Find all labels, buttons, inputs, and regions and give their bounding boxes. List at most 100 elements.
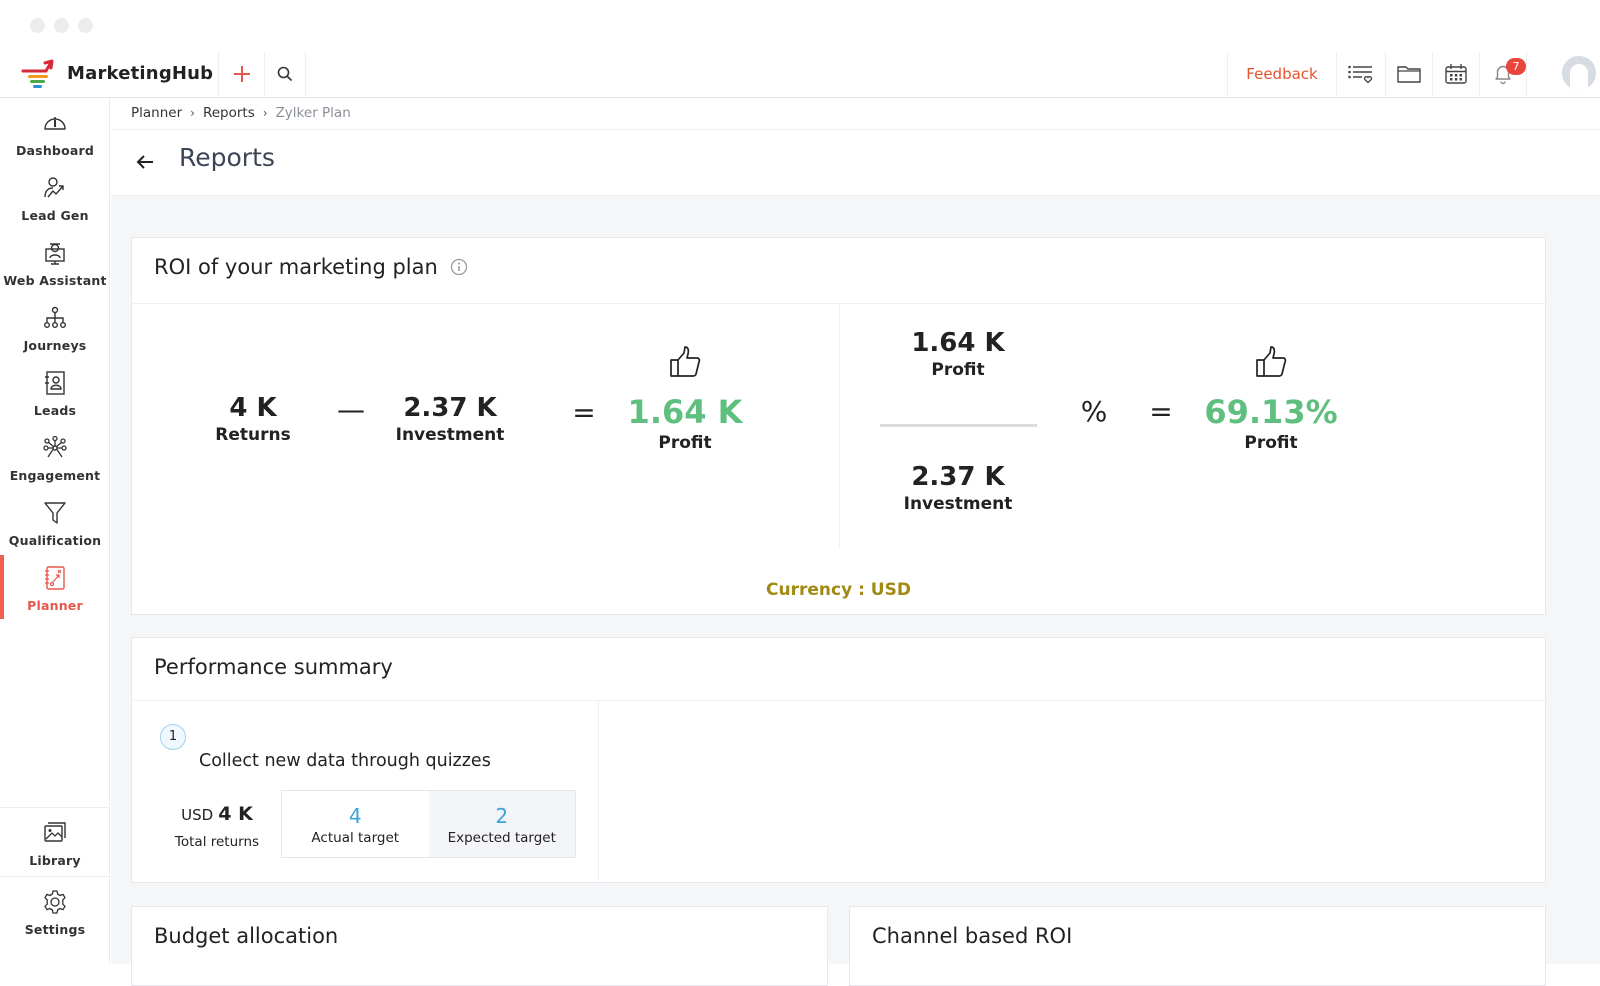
- calendar-button[interactable]: [1433, 50, 1479, 98]
- budget-allocation-title: Budget allocation: [154, 924, 339, 948]
- minus-operator: —: [337, 393, 365, 426]
- main-content: Planner › Reports › Zylker Plan Reports …: [111, 98, 1600, 986]
- chevron-right-icon: ›: [262, 106, 268, 120]
- create-button[interactable]: [219, 50, 264, 98]
- performance-divider: [598, 701, 599, 883]
- roi-card: ROI of your marketing plan 4 K Returns —…: [131, 237, 1546, 615]
- notifications-button[interactable]: 7: [1480, 50, 1526, 98]
- marketinghub-logo-icon: [21, 59, 54, 88]
- notification-badge: 7: [1506, 58, 1526, 75]
- step-number-badge: 1: [160, 724, 186, 750]
- window-close-dot[interactable]: [30, 18, 45, 33]
- performance-summary-card: Performance summary 1 Collect new data t…: [131, 637, 1546, 883]
- journeys-icon: [44, 306, 67, 329]
- investment-value: 2.37 K: [403, 393, 497, 423]
- sidebar-item-label: Qualification: [8, 533, 102, 548]
- numerator-value: 1.64 K: [911, 328, 1005, 358]
- search-button[interactable]: [265, 50, 305, 98]
- sidebar-item-journeys[interactable]: Journeys: [0, 295, 110, 359]
- sidebar-item-label: Settings: [24, 922, 86, 937]
- ratio-denominator: 2.37 K Investment: [904, 462, 1013, 514]
- profit-label: Profit: [658, 433, 712, 453]
- sidebar-item-leads[interactable]: Leads: [0, 360, 110, 424]
- web-assistant-icon: [45, 243, 65, 265]
- performance-item-title: Collect new data through quizzes: [199, 751, 491, 771]
- actual-target-label: Actual target: [311, 830, 400, 846]
- target-toggle: 4 Actual target 2 Expected target: [281, 790, 576, 858]
- sidebar-item-label: Dashboard: [15, 143, 95, 158]
- breadcrumb-bar: Planner › Reports › Zylker Plan: [111, 98, 1600, 130]
- engagement-icon: [43, 435, 67, 458]
- sidebar-item-lead-gen[interactable]: Lead Gen: [0, 165, 110, 229]
- gear-icon: [44, 890, 66, 914]
- percent-operator: %: [1080, 395, 1108, 428]
- sidebar-item-label: Library: [29, 853, 81, 868]
- actual-target-value: 4: [348, 804, 362, 828]
- library-icon: [44, 822, 66, 842]
- channel-roi-title: Channel based ROI: [872, 924, 1073, 948]
- back-arrow-icon[interactable]: [133, 150, 157, 174]
- info-icon[interactable]: [450, 258, 468, 276]
- thumbs-up-icon: [670, 346, 701, 377]
- dashboard-gauge-icon: [44, 117, 66, 130]
- roi-percent-stat: 69.13% Profit: [1204, 393, 1337, 453]
- returns-stat: 4 K Returns: [215, 393, 290, 445]
- actual-target[interactable]: 4 Actual target: [282, 791, 429, 857]
- roi-divider: [839, 304, 840, 548]
- roi-percent-label: Profit: [1244, 433, 1298, 453]
- roi-title-text: ROI of your marketing plan: [154, 255, 438, 279]
- expected-target[interactable]: 2 Expected target: [428, 791, 575, 857]
- roi-card-title: ROI of your marketing plan: [154, 255, 468, 279]
- performance-summary-title: Performance summary: [154, 655, 393, 679]
- breadcrumb-reports[interactable]: Reports: [203, 105, 255, 121]
- numerator-label: Profit: [931, 360, 985, 380]
- profile-button[interactable]: [1527, 50, 1600, 98]
- sidebar-item-label: Engagement: [9, 468, 101, 483]
- window-maximize-dot[interactable]: [78, 18, 93, 33]
- sidebar-item-settings[interactable]: Settings: [0, 879, 110, 943]
- sidebar-item-label: Planner: [27, 598, 83, 613]
- folder-button[interactable]: [1386, 50, 1432, 98]
- plus-icon: [233, 66, 250, 82]
- window-minimize-dot[interactable]: [54, 18, 69, 33]
- funnel-icon: [44, 502, 66, 524]
- expected-target-label: Expected target: [447, 830, 556, 846]
- watchlist-button[interactable]: [1337, 50, 1385, 98]
- investment-label: Investment: [395, 425, 505, 445]
- thumbs-up-icon: [1256, 346, 1287, 377]
- budget-allocation-card: Budget allocation: [131, 906, 828, 986]
- brand-name[interactable]: MarketingHub: [67, 63, 213, 84]
- top-bar: MarketingHub Feedback 7: [0, 50, 1600, 98]
- denominator-label: Investment: [903, 494, 1013, 514]
- breadcrumb: Planner › Reports › Zylker Plan: [131, 105, 351, 121]
- sidebar-item-label: Journeys: [23, 338, 87, 353]
- sidebar-item-label: Web Assistant: [3, 273, 107, 288]
- total-returns-amount: 4 K: [218, 803, 253, 825]
- sidebar-item-planner[interactable]: Planner: [0, 555, 110, 619]
- total-returns-label: Total returns: [174, 834, 260, 850]
- profit-stat: 1.64 K Profit: [628, 393, 743, 453]
- sidebar-item-engagement[interactable]: Engagement: [0, 425, 110, 489]
- returns-label: Returns: [215, 425, 291, 445]
- chevron-right-icon: ›: [190, 106, 195, 120]
- currency-label: Currency : USD: [766, 580, 911, 600]
- fraction-bar: [880, 424, 1037, 427]
- total-returns-currency: USD: [181, 806, 214, 824]
- sidebar-item-web-assistant[interactable]: Web Assistant: [0, 230, 110, 294]
- search-icon: [277, 66, 293, 82]
- profit-value: 1.64 K: [627, 393, 743, 431]
- breadcrumb-planner[interactable]: Planner: [131, 105, 182, 121]
- channel-roi-card: Channel based ROI: [849, 906, 1546, 986]
- feedback-button[interactable]: Feedback: [1228, 50, 1336, 98]
- equals-operator: =: [1149, 395, 1173, 428]
- calendar-icon: [1445, 64, 1467, 84]
- lead-gen-icon: [44, 177, 64, 198]
- folder-icon: [1397, 66, 1421, 83]
- sidebar-item-library[interactable]: Library: [0, 810, 110, 874]
- watchlist-icon: [1348, 65, 1373, 84]
- window-chrome: [0, 0, 1600, 50]
- sidebar-item-dashboard[interactable]: Dashboard: [0, 100, 110, 164]
- page-title: Reports: [179, 143, 275, 172]
- breadcrumb-current: Zylker Plan: [275, 105, 351, 121]
- sidebar-item-qualification[interactable]: Qualification: [0, 490, 110, 554]
